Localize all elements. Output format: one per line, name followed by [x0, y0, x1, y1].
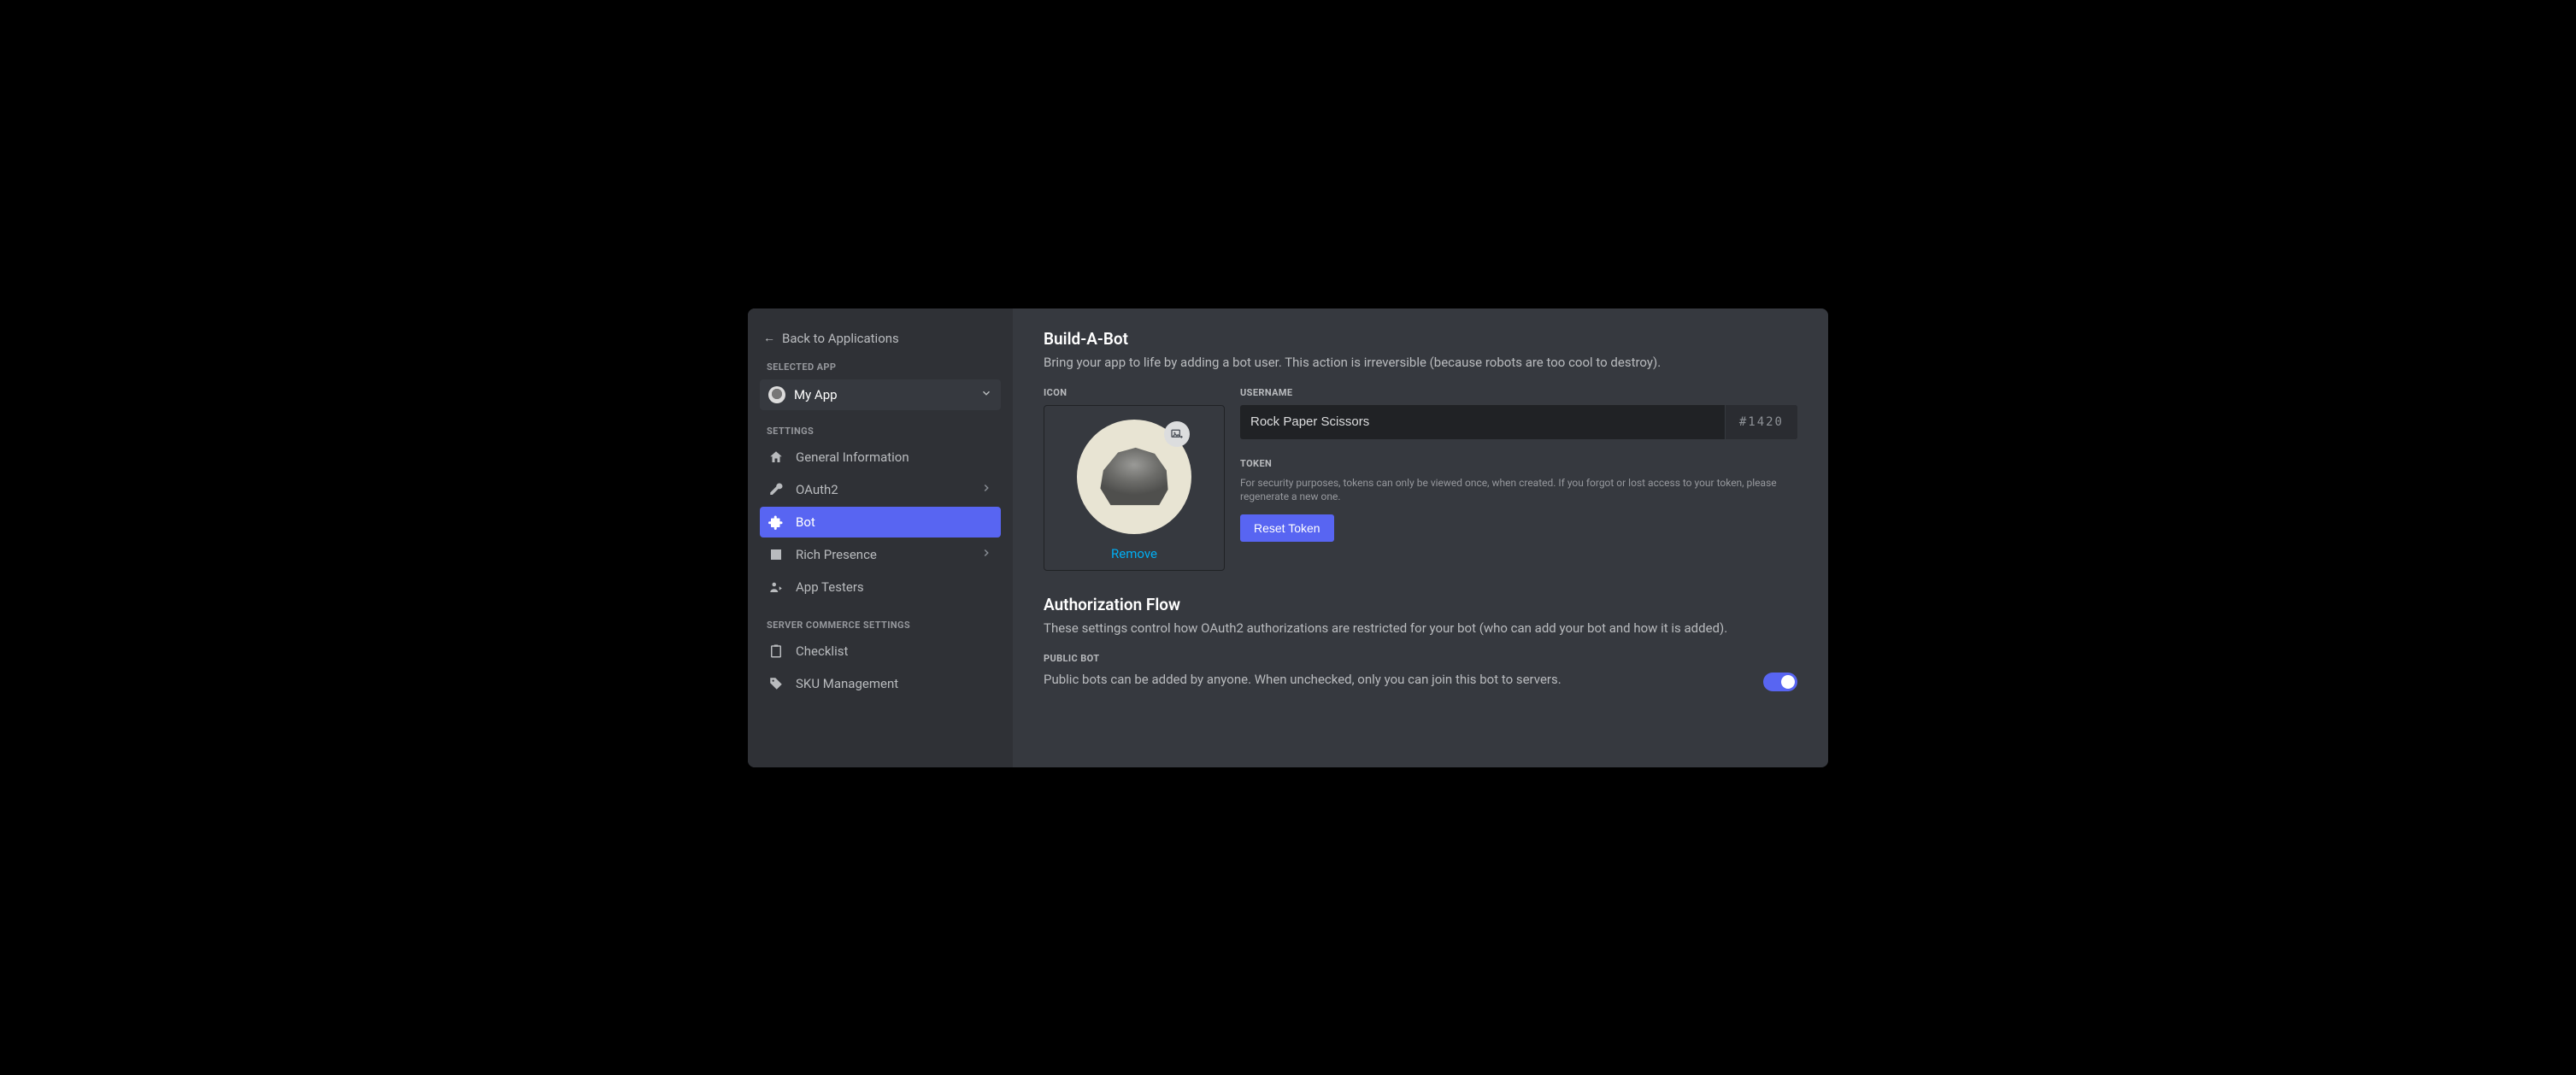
rock-icon — [1097, 447, 1171, 507]
username-input[interactable] — [1240, 405, 1725, 439]
settings-nav: General Information OAuth2 Bot — [760, 442, 1001, 602]
settings-heading: Settings — [760, 422, 1001, 442]
image-add-icon — [1170, 427, 1184, 441]
sidebar: ← Back to Applications Selected App My A… — [748, 308, 1013, 767]
sidebar-item-rich-presence[interactable]: Rich Presence — [760, 539, 1001, 570]
chevron-down-icon — [980, 386, 992, 402]
sidebar-item-label: SKU Management — [796, 676, 992, 691]
back-label: Back to Applications — [782, 331, 899, 346]
app-window: ← Back to Applications Selected App My A… — [748, 308, 1828, 767]
reset-token-button[interactable]: Reset Token — [1240, 514, 1334, 542]
puzzle-icon — [768, 514, 784, 530]
document-icon — [768, 547, 784, 562]
sidebar-item-label: OAuth2 — [796, 482, 968, 497]
sidebar-item-checklist[interactable]: Checklist — [760, 636, 1001, 667]
token-help-text: For security purposes, tokens can only b… — [1240, 476, 1797, 505]
app-name: My App — [794, 387, 980, 402]
build-a-bot-subtitle: Bring your app to life by adding a bot u… — [1044, 354, 1797, 372]
tags-icon — [768, 676, 784, 691]
wrench-icon — [768, 482, 784, 497]
auth-flow-subtitle: These settings control how OAuth2 author… — [1044, 620, 1797, 637]
build-a-bot-title: Build-A-Bot — [1044, 329, 1797, 349]
username-row: #1420 — [1240, 405, 1797, 439]
app-avatar-icon — [768, 386, 785, 403]
sidebar-item-label: Bot — [796, 514, 992, 530]
token-block: Token For security purposes, tokens can … — [1240, 458, 1797, 543]
bot-identity-row: Icon — [1044, 387, 1797, 571]
back-to-applications-link[interactable]: ← Back to Applications — [760, 326, 1001, 358]
toggle-knob — [1781, 675, 1795, 689]
sidebar-item-label: General Information — [796, 449, 992, 465]
arrow-left-icon: ← — [763, 331, 775, 345]
username-token-column: Username #1420 Token For security purpos… — [1240, 387, 1797, 571]
sidebar-item-bot[interactable]: Bot — [760, 507, 1001, 538]
selected-app-heading: Selected App — [760, 358, 1001, 378]
clipboard-icon — [768, 643, 784, 659]
remove-icon-link[interactable]: Remove — [1058, 546, 1210, 561]
public-bot-row: Public bots can be added by anyone. When… — [1044, 671, 1797, 691]
upload-image-button[interactable] — [1164, 421, 1190, 447]
testers-icon — [768, 579, 784, 595]
app-selector[interactable]: My App — [760, 379, 1001, 410]
icon-column: Icon — [1044, 387, 1225, 571]
icon-card: Remove — [1044, 405, 1225, 571]
authorization-flow-section: Authorization Flow These settings contro… — [1044, 595, 1797, 691]
public-bot-toggle[interactable] — [1763, 673, 1797, 691]
commerce-heading: Server Commerce Settings — [760, 616, 1001, 636]
sidebar-item-oauth2[interactable]: OAuth2 — [760, 474, 1001, 505]
token-label: Token — [1240, 458, 1797, 469]
public-bot-description: Public bots can be added by anyone. When… — [1044, 671, 1561, 689]
sidebar-item-label: App Testers — [796, 579, 992, 595]
icon-label: Icon — [1044, 387, 1225, 398]
chevron-right-icon — [980, 547, 992, 562]
sidebar-item-label: Checklist — [796, 643, 992, 659]
sidebar-item-app-testers[interactable]: App Testers — [760, 572, 1001, 602]
main-content: Build-A-Bot Bring your app to life by ad… — [1013, 308, 1828, 767]
username-label: Username — [1240, 387, 1797, 398]
sidebar-item-general-information[interactable]: General Information — [760, 442, 1001, 473]
sidebar-item-sku-management[interactable]: SKU Management — [760, 668, 1001, 699]
chevron-right-icon — [980, 482, 992, 497]
sidebar-item-label: Rich Presence — [796, 547, 968, 562]
commerce-nav: Checklist SKU Management — [760, 636, 1001, 699]
discriminator: #1420 — [1725, 405, 1797, 439]
public-bot-label: Public Bot — [1044, 653, 1797, 664]
home-icon — [768, 449, 784, 465]
auth-flow-title: Authorization Flow — [1044, 595, 1797, 614]
avatar-wrap[interactable] — [1077, 420, 1191, 534]
